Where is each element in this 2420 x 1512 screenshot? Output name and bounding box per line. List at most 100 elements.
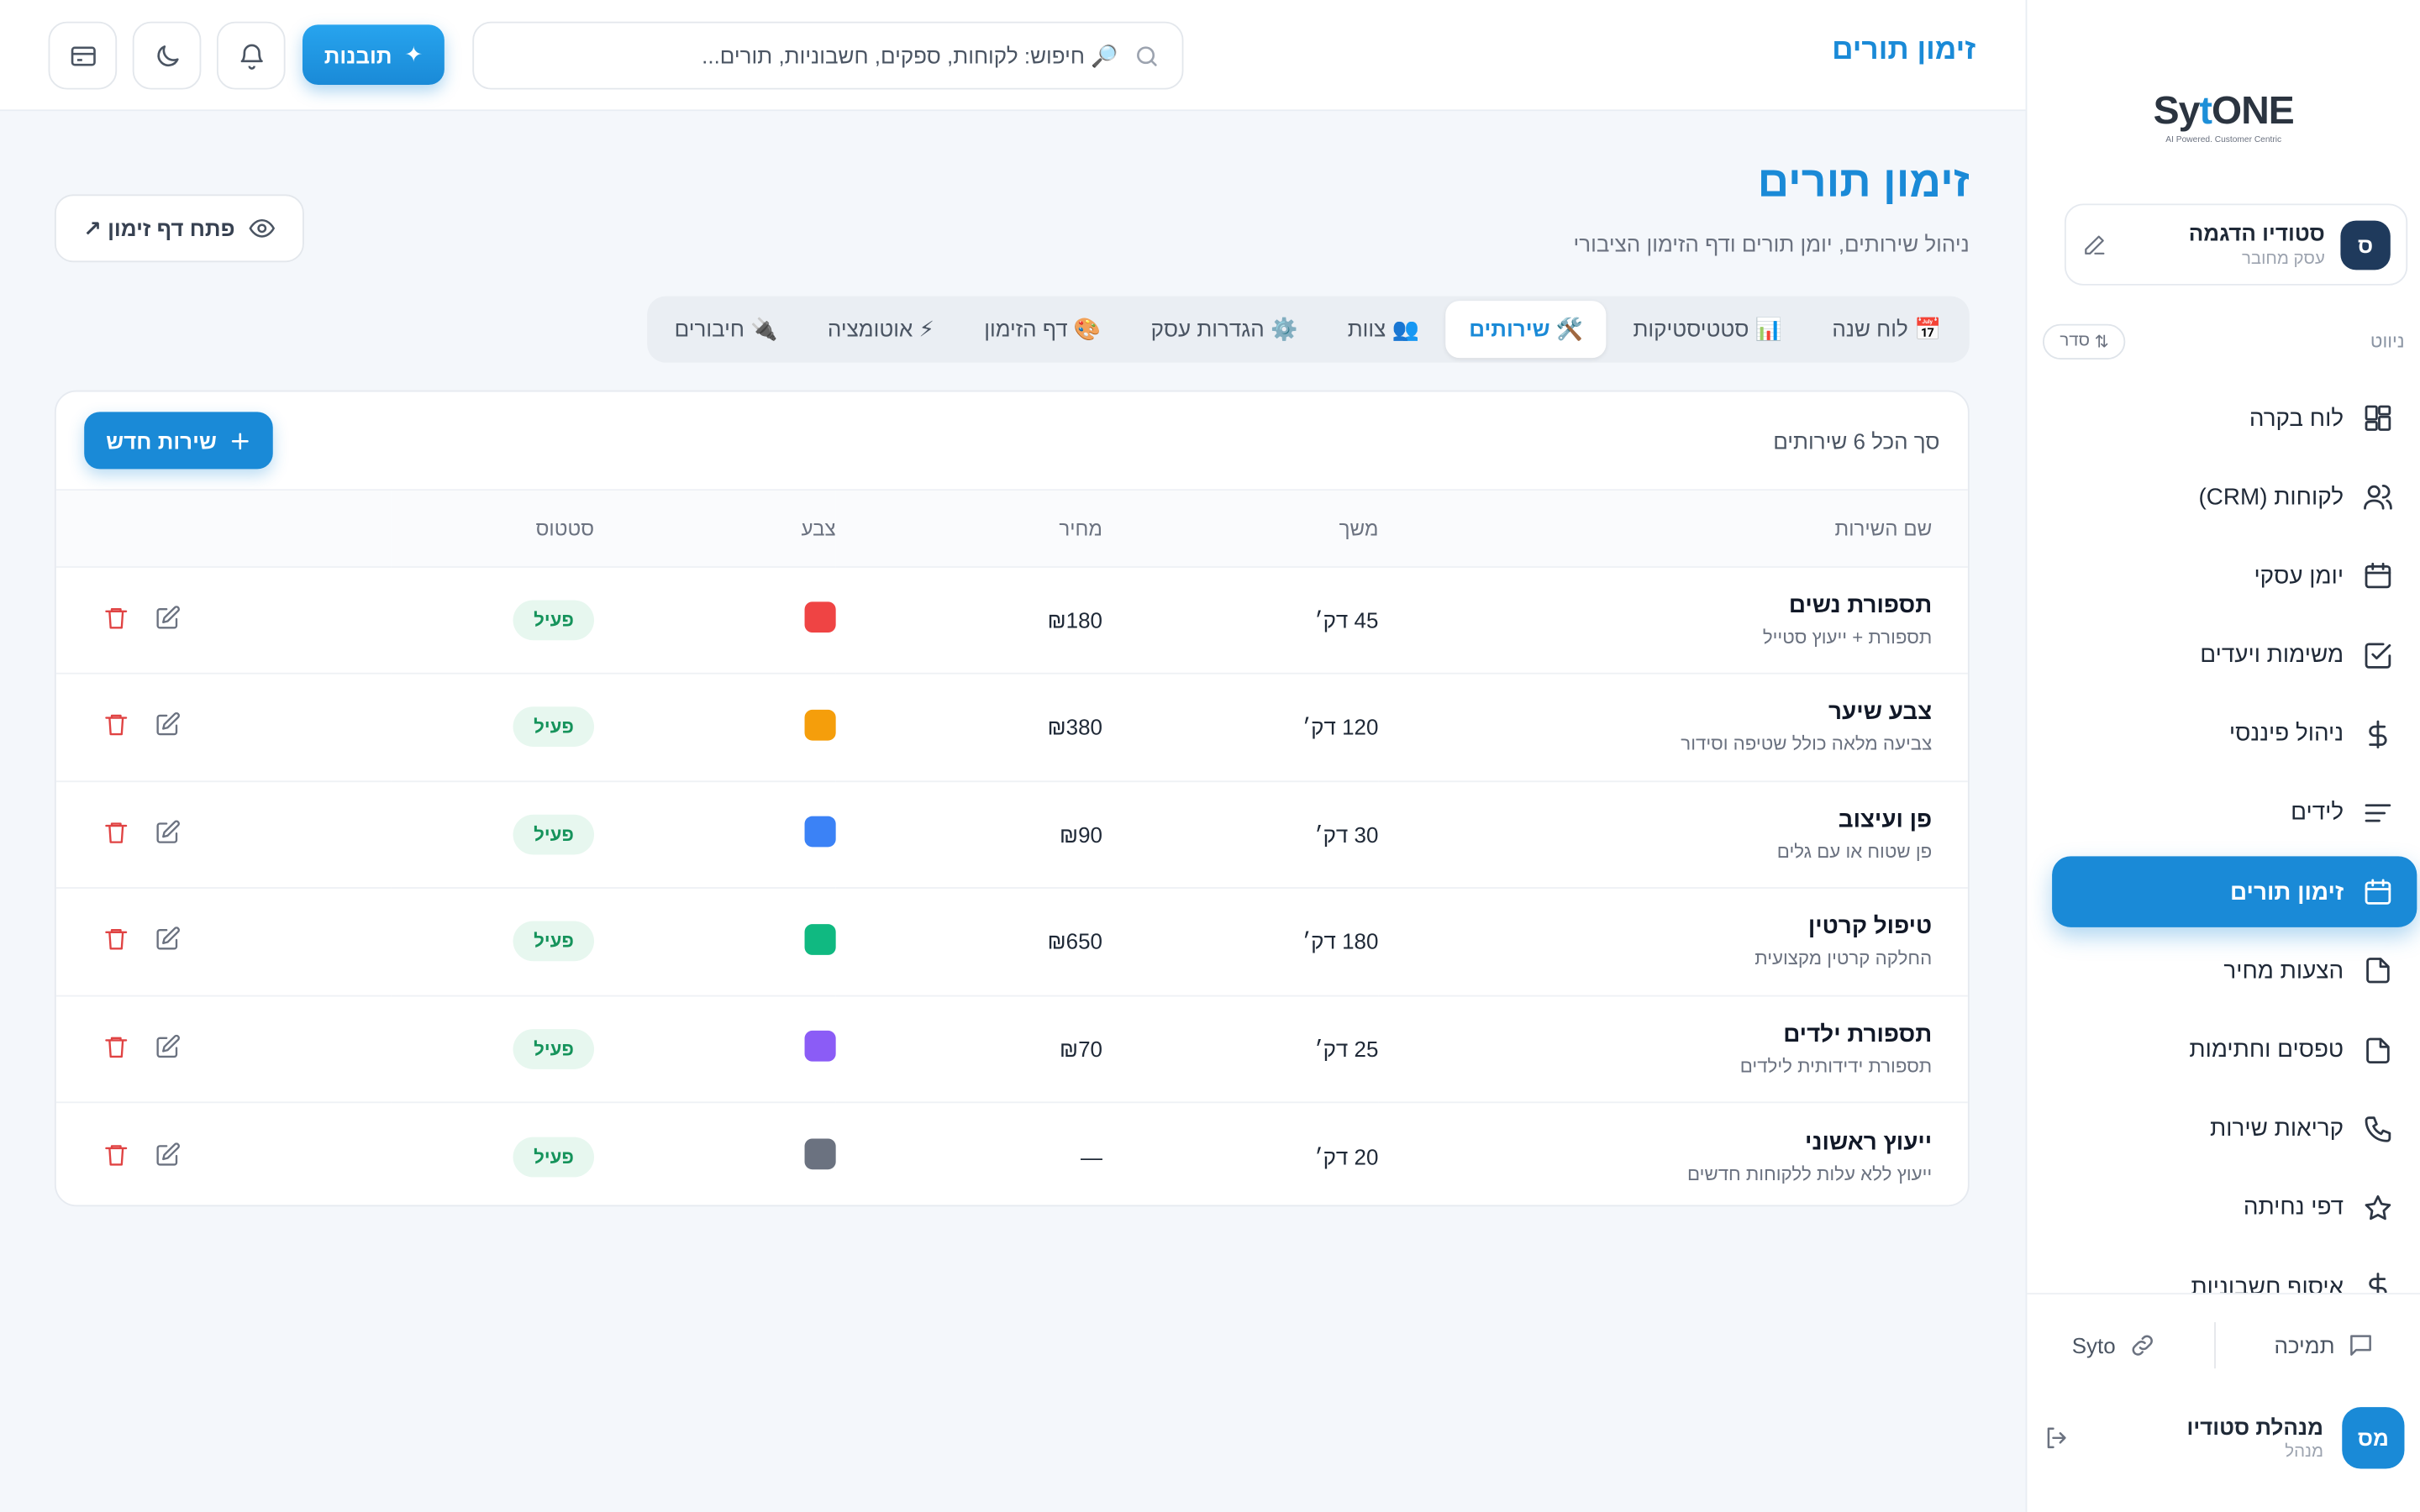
- user-avatar[interactable]: מס: [2342, 1407, 2405, 1469]
- tab-services[interactable]: 🛠️ שירותים: [1445, 301, 1607, 359]
- status-badge: פעיל: [513, 921, 595, 962]
- service-description: תספורת ידידותית לילדים: [1739, 1054, 1933, 1077]
- delete-service-button[interactable]: [103, 711, 129, 743]
- column-header-status[interactable]: סטטוס: [391, 491, 595, 567]
- row-actions: [56, 1141, 392, 1172]
- column-header-color[interactable]: צבע: [594, 491, 836, 567]
- notifications-button[interactable]: [216, 21, 286, 90]
- sidebar-item-label: לידים: [2291, 800, 2344, 827]
- sidebar-divider: [2027, 1293, 2420, 1294]
- sidebar-item-leads[interactable]: לידים: [2052, 778, 2417, 848]
- tab-business-settings[interactable]: ⚙️ הגדרות עסק: [1128, 301, 1321, 358]
- service-description: פן שטוח או עם גלים: [1776, 840, 1933, 863]
- service-price: ₪70: [1060, 1036, 1102, 1062]
- support-link[interactable]: תמיכה: [2274, 1331, 2375, 1359]
- sidebar-item-dashboard[interactable]: לוח בקרה: [2052, 383, 2417, 454]
- edit-icon: [156, 712, 180, 736]
- sidebar-item-label: איסוף חשבוניות: [2191, 1273, 2344, 1294]
- sidebar-item-calendar[interactable]: יומן עסקי: [2052, 541, 2417, 612]
- edit-icon: [156, 605, 180, 629]
- service-color-cell: [594, 995, 836, 1103]
- service-description: ייעוץ ללא עלות ללקוחות חדשים: [1687, 1162, 1933, 1184]
- sidebar-item-service-calls[interactable]: קריאות שירות: [2052, 1094, 2417, 1164]
- service-price: ₪380: [1047, 714, 1102, 740]
- service-name: תספורת נשים: [1788, 591, 1933, 619]
- services-table-body: תספורת נשים תספורת + ייעוץ סטייל 45 דק׳ …: [55, 566, 1968, 1205]
- edit-service-button[interactable]: [155, 926, 182, 957]
- sidebar-item-booking[interactable]: זימון תורים: [2052, 856, 2417, 928]
- dark-mode-button[interactable]: [132, 21, 202, 90]
- trash-icon: [105, 822, 128, 843]
- sidebar-item-quotes[interactable]: הצעות מחיר: [2052, 936, 2417, 1006]
- logout-icon[interactable]: [2043, 1424, 2070, 1452]
- sidebar-item-crm[interactable]: לקוחות (CRM): [2052, 462, 2417, 533]
- sidebar-item-tasks[interactable]: משימות ויעדים: [2052, 620, 2417, 690]
- page-title: זימון תורים: [1757, 157, 1970, 206]
- pencil-icon[interactable]: [2081, 232, 2107, 256]
- delete-service-button[interactable]: [103, 926, 129, 957]
- user-name: מנהלת סטודיו: [2186, 1415, 2323, 1440]
- search-input[interactable]: [496, 43, 1118, 68]
- table-row[interactable]: ייעוץ ראשוני ייעוץ ללא עלות ללקוחות חדשי…: [56, 1102, 1968, 1205]
- delete-service-button[interactable]: [103, 1033, 129, 1064]
- delete-service-button[interactable]: [103, 1141, 129, 1172]
- sort-button[interactable]: ⇅ סדר: [2042, 323, 2127, 360]
- service-name: צבע שיער: [1828, 699, 1933, 726]
- sort-icon: ⇅: [2094, 332, 2109, 351]
- brand-logo[interactable]: SytONE AI Powered. Customer Centric: [2027, 90, 2420, 145]
- insights-button[interactable]: ✦ תובנות: [302, 24, 445, 86]
- tab-calendar[interactable]: 📅 לוח שנה: [1809, 301, 1965, 358]
- services-card-header: סך הכל 6 שירותים שירות חדש: [55, 392, 1968, 491]
- service-status-cell: פעיל: [392, 995, 595, 1103]
- payments-button[interactable]: [48, 21, 118, 90]
- tab-integrations[interactable]: 🔌 חיבורים: [651, 301, 802, 358]
- trash-icon: [105, 1037, 128, 1058]
- edit-service-button[interactable]: [155, 1033, 182, 1064]
- plus-icon: [231, 432, 249, 449]
- column-header-price[interactable]: מחיר: [835, 491, 1102, 567]
- business-card[interactable]: ס סטודיו הדגמה עסק מחובר: [2064, 203, 2408, 286]
- table-row[interactable]: פן ועיצוב פן שטוח או עם גלים 30 דק׳ ₪90 …: [55, 780, 1968, 889]
- column-header-name[interactable]: שם השירות: [1378, 491, 1968, 567]
- service-actions-cell: [56, 780, 392, 888]
- service-name-cell: תספורת ילדים תספורת ידידותית לילדים: [1378, 995, 1967, 1103]
- sidebar-item-landing-pages[interactable]: דפי נחיתה: [2052, 1173, 2417, 1243]
- syto-link[interactable]: Syto: [2072, 1331, 2156, 1359]
- edit-service-button[interactable]: [155, 605, 182, 636]
- tab-team[interactable]: 👥 צוות: [1324, 301, 1443, 358]
- footer-separator: [2214, 1322, 2217, 1369]
- moon-icon: [156, 45, 178, 66]
- column-header-duration[interactable]: משך: [1102, 491, 1379, 567]
- delete-service-button[interactable]: [103, 605, 129, 636]
- new-service-button[interactable]: שירות חדש: [84, 412, 273, 470]
- edit-service-button[interactable]: [155, 819, 182, 850]
- tab-booking-page[interactable]: 🎨 דף הזימון: [960, 301, 1124, 358]
- table-row[interactable]: טיפול קרטין החלקה קרטין מקצועית 180 דק׳ …: [55, 888, 1968, 995]
- sidebar-item-invoices[interactable]: איסוף חשבוניות: [2052, 1252, 2417, 1294]
- service-duration: 30 דק׳: [1314, 822, 1379, 847]
- color-swatch: [804, 601, 836, 633]
- status-badge: פעיל: [513, 1136, 595, 1177]
- tab-automation[interactable]: ⚡ אוטומציה: [804, 301, 958, 358]
- tab-statistics[interactable]: 📊 סטטיסטיקות: [1610, 301, 1806, 358]
- service-color-cell: [594, 566, 836, 674]
- service-price: ₪90: [1060, 822, 1102, 847]
- edit-service-button[interactable]: [155, 711, 182, 743]
- service-status-cell: פעיל: [392, 1102, 595, 1205]
- sidebar-item-label: משימות ויעדים: [2200, 642, 2344, 669]
- table-row[interactable]: תספורת נשים תספורת + ייעוץ סטייל 45 דק׳ …: [55, 566, 1968, 674]
- open-booking-page-button[interactable]: פתח דף זימון ↗: [54, 194, 304, 263]
- sidebar-item-forms[interactable]: טפסים וחתימות: [2052, 1015, 2417, 1085]
- color-swatch: [804, 923, 836, 955]
- service-name: תספורת ילדים: [1783, 1021, 1933, 1047]
- sidebar-item-finance[interactable]: ניהול פיננסי: [2052, 699, 2417, 769]
- service-actions-cell: [56, 1102, 392, 1205]
- delete-service-button[interactable]: [103, 819, 129, 850]
- table-row[interactable]: תספורת ילדים תספורת ידידותית לילדים 25 ד…: [55, 995, 1968, 1103]
- status-badge: פעיל: [513, 706, 595, 748]
- status-badge: פעיל: [513, 814, 595, 855]
- service-name-cell: צבע שיער צביעה מלאה כולל שטיפה וסידור: [1378, 674, 1967, 781]
- search-box[interactable]: [472, 21, 1184, 90]
- edit-service-button[interactable]: [155, 1141, 182, 1172]
- table-row[interactable]: צבע שיער צביעה מלאה כולל שטיפה וסידור 12…: [55, 674, 1968, 781]
